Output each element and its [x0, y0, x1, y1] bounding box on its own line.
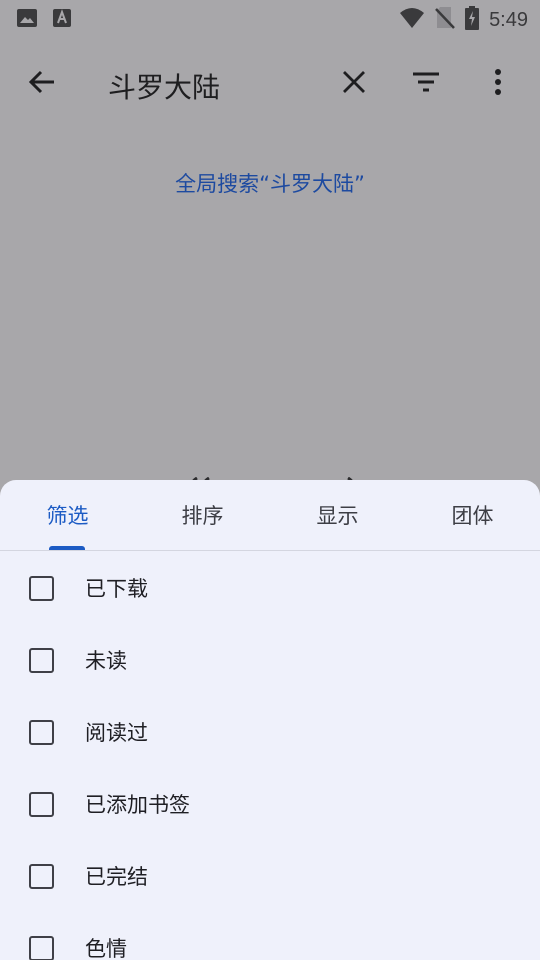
- image-icon: [16, 8, 38, 32]
- filter-icon: [412, 71, 440, 97]
- checkbox[interactable]: [29, 935, 54, 960]
- search-query[interactable]: 斗罗大陆: [108, 66, 220, 106]
- active-tab-indicator: [49, 546, 85, 550]
- filter-button[interactable]: [402, 60, 450, 108]
- arrow-back-icon: [28, 68, 56, 100]
- text-a-icon: [52, 8, 72, 32]
- status-bar: 5:49: [0, 0, 540, 36]
- clock: 5:49: [489, 8, 528, 31]
- filter-row-adult[interactable]: 色情: [0, 912, 540, 960]
- tab-groups[interactable]: 团体: [405, 480, 540, 550]
- filter-label: 已添加书签: [85, 793, 190, 817]
- battery-charging-icon: [465, 6, 480, 34]
- filter-label: 色情: [85, 937, 127, 960]
- tab-display[interactable]: 显示: [270, 480, 405, 550]
- more-vert-icon: [494, 68, 502, 100]
- filter-label: 阅读过: [85, 721, 148, 745]
- checkbox[interactable]: [29, 575, 54, 601]
- filter-row-completed[interactable]: 已完结: [0, 840, 540, 912]
- close-icon: [342, 70, 366, 98]
- back-button[interactable]: [18, 60, 66, 108]
- filter-label: 已完结: [85, 865, 148, 889]
- filter-label: 已下载: [85, 577, 148, 601]
- filter-row-unread[interactable]: 未读: [0, 624, 540, 696]
- filter-label: 未读: [85, 649, 127, 673]
- checkbox[interactable]: [29, 719, 54, 745]
- search-toolbar: 斗罗大陆: [0, 48, 540, 120]
- filter-list: 已下载 未读 阅读过 已添加书签 已完结 色情: [0, 552, 540, 960]
- wifi-icon: [399, 7, 425, 33]
- tab-filter[interactable]: 筛选: [0, 480, 135, 550]
- filter-row-downloaded[interactable]: 已下载: [0, 552, 540, 624]
- filter-bottom-sheet: 筛选 排序 显示 团体 已下载 未读 阅读过 已添加书签 已完结 色情: [0, 480, 540, 960]
- global-search-link[interactable]: 全局搜索“斗罗大陆”: [0, 168, 540, 198]
- no-sim-icon: [435, 6, 455, 34]
- checkbox[interactable]: [29, 863, 54, 889]
- clear-button[interactable]: [330, 60, 378, 108]
- checkbox[interactable]: [29, 791, 54, 817]
- more-options-button[interactable]: [474, 60, 522, 108]
- checkbox[interactable]: [29, 647, 54, 673]
- sheet-tabs: 筛选 排序 显示 团体: [0, 480, 540, 551]
- filter-row-bookmarked[interactable]: 已添加书签: [0, 768, 540, 840]
- filter-row-read[interactable]: 阅读过: [0, 696, 540, 768]
- tab-sort[interactable]: 排序: [135, 480, 270, 550]
